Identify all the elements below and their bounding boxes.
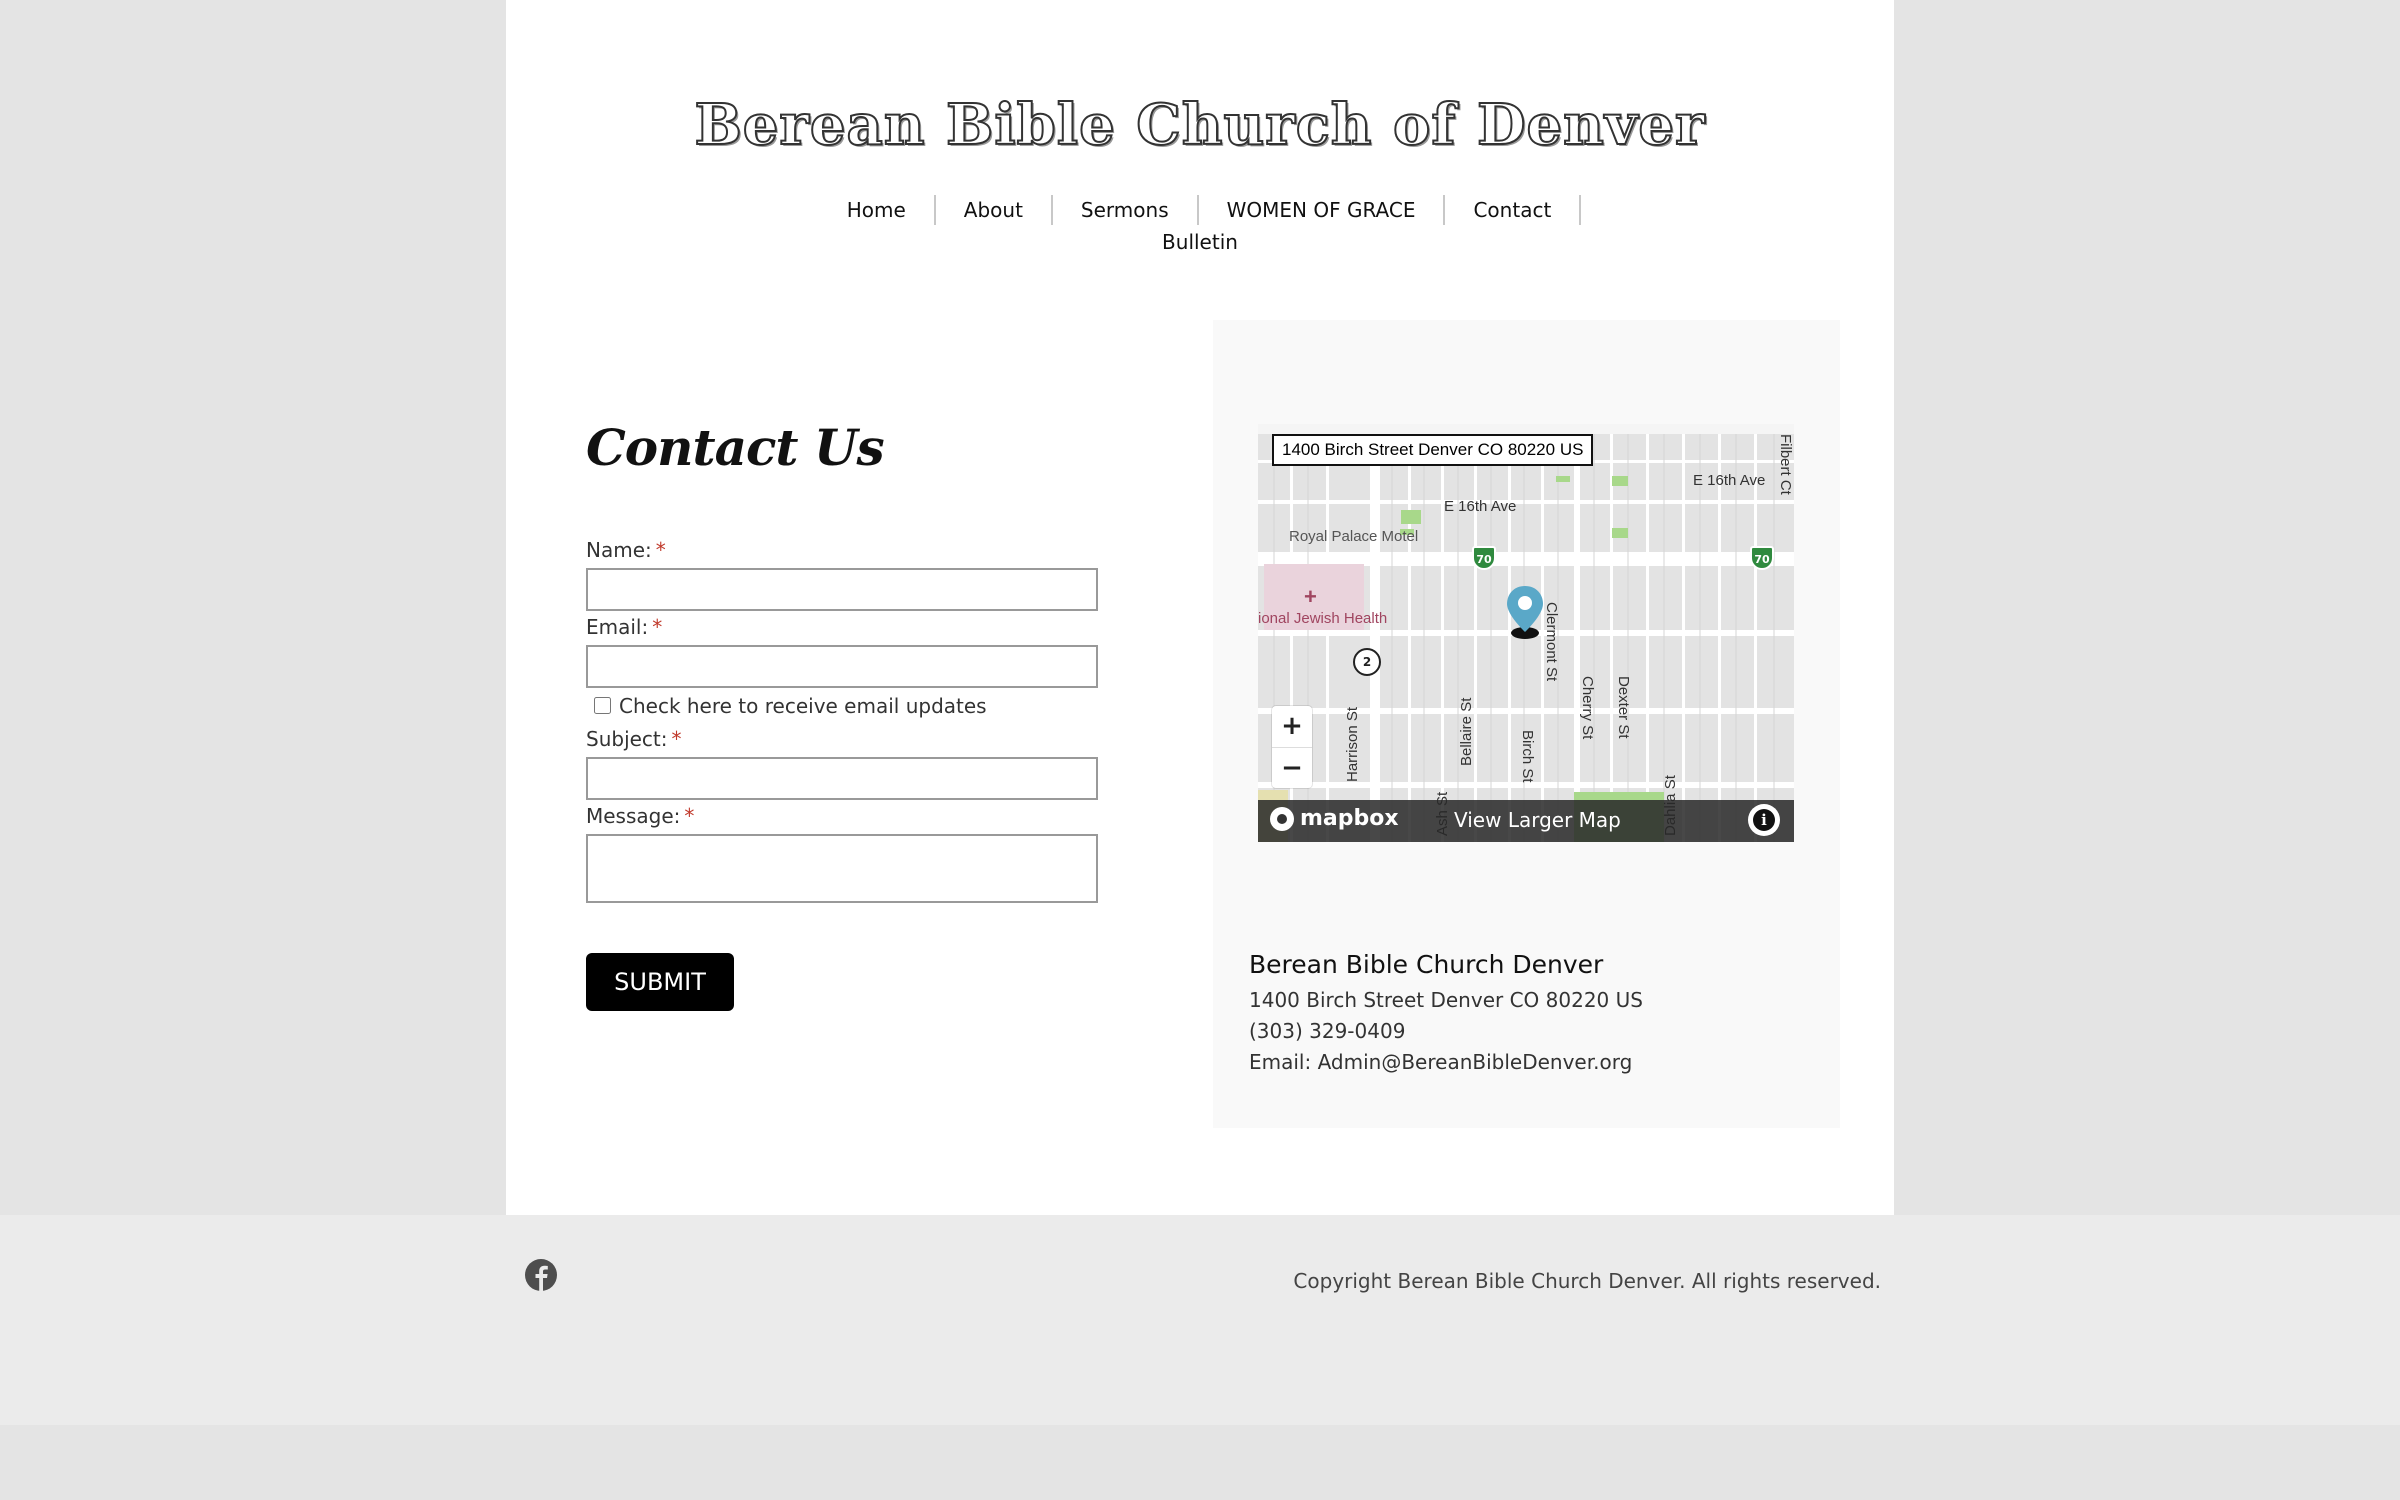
nav-item-women-of-grace[interactable]: WOMEN OF GRACE xyxy=(1199,195,1446,225)
hospital-icon: + xyxy=(1304,584,1317,609)
main-nav: Home About Sermons WOMEN OF GRACE Contac… xyxy=(506,194,1894,258)
street-label: Birch St xyxy=(1519,730,1536,783)
street-label: Dexter St xyxy=(1615,676,1632,739)
nav-item-about[interactable]: About xyxy=(936,195,1053,225)
info-icon: i xyxy=(1753,809,1775,831)
street-label: Harrison St xyxy=(1344,706,1361,782)
email-field[interactable] xyxy=(586,645,1098,688)
mapbox-logo-text: mapbox xyxy=(1300,806,1399,831)
site-title[interactable]: Berean Bible Church of Denver xyxy=(506,91,1894,159)
copyright-text: Copyright Berean Bible Church Denver. Al… xyxy=(1293,1269,1881,1293)
contact-heading: Contact Us xyxy=(586,418,885,477)
poi-label-hospital: ional Jewish Health xyxy=(1258,610,1388,627)
subject-label: Subject: * xyxy=(586,723,1098,757)
mapbox-logo[interactable]: mapbox xyxy=(1270,806,1399,831)
street-label: Filbert Ct xyxy=(1777,434,1794,495)
org-address: 1400 Birch Street Denver CO 80220 US xyxy=(1249,988,1643,1012)
zoom-in-button[interactable]: + xyxy=(1272,706,1312,747)
org-name: Berean Bible Church Denver xyxy=(1249,950,1604,979)
poi-label-motel: Royal Palace Motel xyxy=(1289,528,1419,545)
email-label-text: Email: xyxy=(586,615,649,639)
map[interactable]: 1400 Birch Street Denver CO 80220 US E 1… xyxy=(1258,424,1794,842)
bottom-band xyxy=(0,1425,2400,1500)
map-address-label: 1400 Birch Street Denver CO 80220 US xyxy=(1272,434,1594,466)
zoom-out-button[interactable]: − xyxy=(1272,747,1312,788)
interstate-shield-icon: 70 xyxy=(1750,546,1774,570)
map-zoom-control: + − xyxy=(1272,706,1312,788)
nav-item-sermons[interactable]: Sermons xyxy=(1053,195,1199,225)
nav-item-home[interactable]: Home xyxy=(819,195,936,225)
facebook-icon[interactable] xyxy=(525,1259,557,1291)
interstate-shield-icon: 70 xyxy=(1472,546,1496,570)
submit-button[interactable]: SUBMIT xyxy=(586,953,734,1011)
name-field[interactable] xyxy=(586,568,1098,611)
map-top-edge xyxy=(1258,424,1794,434)
required-marker: * xyxy=(671,727,682,751)
street-label: Clermont St xyxy=(1543,602,1560,682)
contact-form: Name: * Email: * Check here to receive ema… xyxy=(586,534,1098,1011)
email-updates-checkbox[interactable] xyxy=(594,697,611,714)
street-label: E 16th Ave xyxy=(1693,472,1766,489)
subject-field[interactable] xyxy=(586,757,1098,800)
mapbox-logo-icon xyxy=(1270,806,1294,831)
page-container: Berean Bible Church of Denver Home About… xyxy=(506,0,1894,1215)
email-updates-label: Check here to receive email updates xyxy=(619,693,987,718)
footer: Copyright Berean Bible Church Denver. Al… xyxy=(0,1215,2400,1425)
org-phone[interactable]: (303) 329-0409 xyxy=(1249,1019,1405,1043)
required-marker: * xyxy=(684,804,695,828)
view-larger-map-link[interactable]: View Larger Map xyxy=(1454,808,1621,832)
street-label: Bellaire St xyxy=(1458,697,1475,766)
name-label-text: Name: xyxy=(586,538,652,562)
required-marker: * xyxy=(655,538,666,562)
location-panel: 1400 Birch Street Denver CO 80220 US E 1… xyxy=(1213,320,1840,1128)
email-updates-option[interactable]: Check here to receive email updates xyxy=(586,688,1098,723)
map-attribution-bar: mapbox View Larger Map i xyxy=(1258,800,1794,842)
nav-item-contact[interactable]: Contact xyxy=(1445,195,1582,225)
map-info-button[interactable]: i xyxy=(1748,804,1780,836)
org-email[interactable]: Email: Admin@BereanBibleDenver.org xyxy=(1249,1050,1632,1074)
location-pin-icon[interactable] xyxy=(1505,584,1545,640)
email-label: Email: * xyxy=(586,611,1098,645)
street-label: E 16th Ave xyxy=(1444,498,1517,515)
message-label-text: Message: xyxy=(586,804,681,828)
required-marker: * xyxy=(652,615,663,639)
street-label: Cherry St xyxy=(1579,676,1596,740)
message-label: Message: * xyxy=(586,800,1098,834)
message-field[interactable] xyxy=(586,834,1098,903)
name-label: Name: * xyxy=(586,534,1098,568)
subject-label-text: Subject: xyxy=(586,727,668,751)
nav-item-bulletin[interactable]: Bulletin xyxy=(1134,230,1266,254)
route-marker-icon: 2 xyxy=(1353,648,1381,676)
